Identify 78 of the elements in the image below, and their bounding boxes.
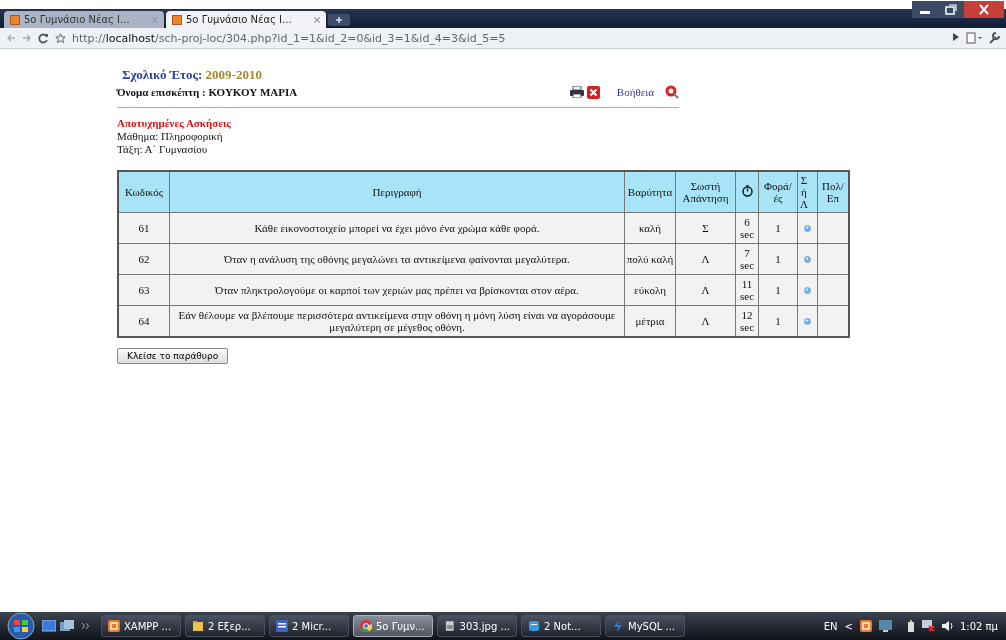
speaker-icon[interactable] (941, 620, 953, 632)
close-icon[interactable] (586, 85, 600, 99)
table-cell: Λ (675, 243, 736, 275)
subject-text: Μάθημα: Πληροφορική (117, 130, 224, 143)
school-year-label: Σχολικό Έτος: (122, 67, 203, 82)
window-switch-icon[interactable] (60, 620, 74, 632)
table-cell: Λ (675, 305, 736, 337)
taskbar-button[interactable]: MySQL ... (605, 615, 685, 637)
start-button[interactable] (4, 612, 38, 640)
school-year-value: 2009-2010 (205, 67, 262, 82)
tab-title: 5o Γυμνάσιο Νέας I... (24, 14, 130, 25)
circle-icon (804, 256, 811, 263)
folder-icon (192, 620, 204, 632)
class-text: Τάξη: Α΄ Γυμνασίου (117, 143, 209, 156)
circle-icon (804, 225, 811, 232)
minimize-icon[interactable] (912, 1, 938, 18)
page-menu-icon[interactable] (966, 32, 982, 44)
table-cell: 61 (118, 212, 170, 244)
star-icon[interactable] (55, 32, 66, 44)
column-header: Κωδικός (118, 171, 170, 213)
favicon-icon (172, 14, 182, 25)
app-icon (108, 620, 120, 632)
circle-icon (804, 318, 811, 325)
lightning-icon (612, 620, 624, 632)
table-cell: καλή (624, 212, 676, 244)
play-icon[interactable] (952, 32, 960, 42)
column-header: Σωστή Απάντηση (675, 171, 736, 213)
language-indicator[interactable]: EN (823, 620, 838, 632)
printer-icon[interactable] (569, 86, 584, 98)
table-cell: 63 (118, 274, 170, 306)
section-title: Αποτυχημένες Ασκήσεις (117, 117, 232, 130)
network-icon[interactable] (921, 620, 935, 632)
column-header: Φορά/ές (758, 171, 798, 213)
column-header: Πολ/Επ (817, 171, 849, 213)
stopwatch-icon (741, 185, 753, 197)
help-icon[interactable] (665, 85, 679, 99)
circle-icon (804, 287, 811, 294)
table-cell: Εάν θέλουμε να βλέπουμε περισσότερα αντικείμενα στην οθόνη η μόνη λύση είναι να αγοράσουμε μεγαλύτερη σε μέγεθος οθόνη. (169, 305, 625, 337)
table-cell: εύκολη (624, 274, 676, 306)
taskbar-button[interactable]: 2 Not... (521, 615, 601, 637)
taskbar-button[interactable]: 2 Micr... (269, 615, 349, 637)
table-cell: 62 (118, 243, 170, 275)
app-icon (528, 620, 540, 632)
close-window-button[interactable]: Κλείσε το παράθυρο (117, 348, 229, 364)
app-icon[interactable] (859, 620, 872, 632)
table-cell: Λ (675, 274, 736, 306)
table-cell: Σ (675, 212, 736, 244)
browser-tab[interactable]: 5o Γυμνάσιο Νέας I... (4, 11, 164, 28)
taskbar-button[interactable]: 5o Γυμν... (353, 615, 433, 637)
app-icon (276, 620, 288, 632)
table-cell: μέτρια (624, 305, 676, 337)
clock-text[interactable]: 1:02 πμ (959, 620, 998, 632)
visitor-name: Όνομα επισκέπτη : ΚΟΥΚΟΥ ΜΑΡΙΑ (117, 86, 298, 98)
table-cell: 64 (118, 305, 170, 337)
column-header: Περιγραφή (169, 171, 625, 213)
monitor-icon[interactable] (878, 620, 892, 632)
taskbar-button[interactable]: 303.jpg ... (437, 615, 517, 637)
image-file-icon (444, 620, 456, 632)
browser-tab[interactable]: 5o Γυμνάσιο Νέας I... (166, 11, 326, 28)
table-cell: πολύ καλή (624, 243, 676, 275)
column-header: Σ ή Λ (797, 171, 818, 213)
new-tab-icon[interactable] (328, 14, 350, 26)
tab-title: 5o Γυμνάσιο Νέας I... (186, 14, 292, 25)
close-icon[interactable] (964, 1, 1004, 18)
taskbar-button[interactable]: 2 Εξερ... (185, 615, 265, 637)
taskbar-button[interactable]: XAMPP ... (101, 615, 181, 637)
table-cell: Όταν πληκτρολογούμε οι καρποί των χεριών μας πρέπει να βρίσκονται στον αέρα. (169, 274, 625, 306)
chevron-icon[interactable] (82, 623, 89, 629)
reload-icon[interactable] (38, 32, 49, 44)
column-header: Βαρύτητα (624, 171, 676, 213)
favicon-icon (10, 14, 20, 25)
restore-icon[interactable] (938, 1, 964, 18)
table-cell: Κάθε εικονοστοιχείο μπορεί να έχει μόνο ένα χρώμα κάθε φορά. (169, 212, 625, 244)
wrench-icon[interactable] (988, 32, 1000, 44)
help-link[interactable]: Βοήθεια (616, 86, 654, 98)
app-icon (360, 620, 372, 632)
table-cell: Όταν η ανάλυση της οθόνης μεγαλώνει τα αντικείμενα φαίνονται μεγαλύτερα. (169, 243, 625, 275)
show-hidden-icons-button[interactable]: < (844, 620, 853, 632)
